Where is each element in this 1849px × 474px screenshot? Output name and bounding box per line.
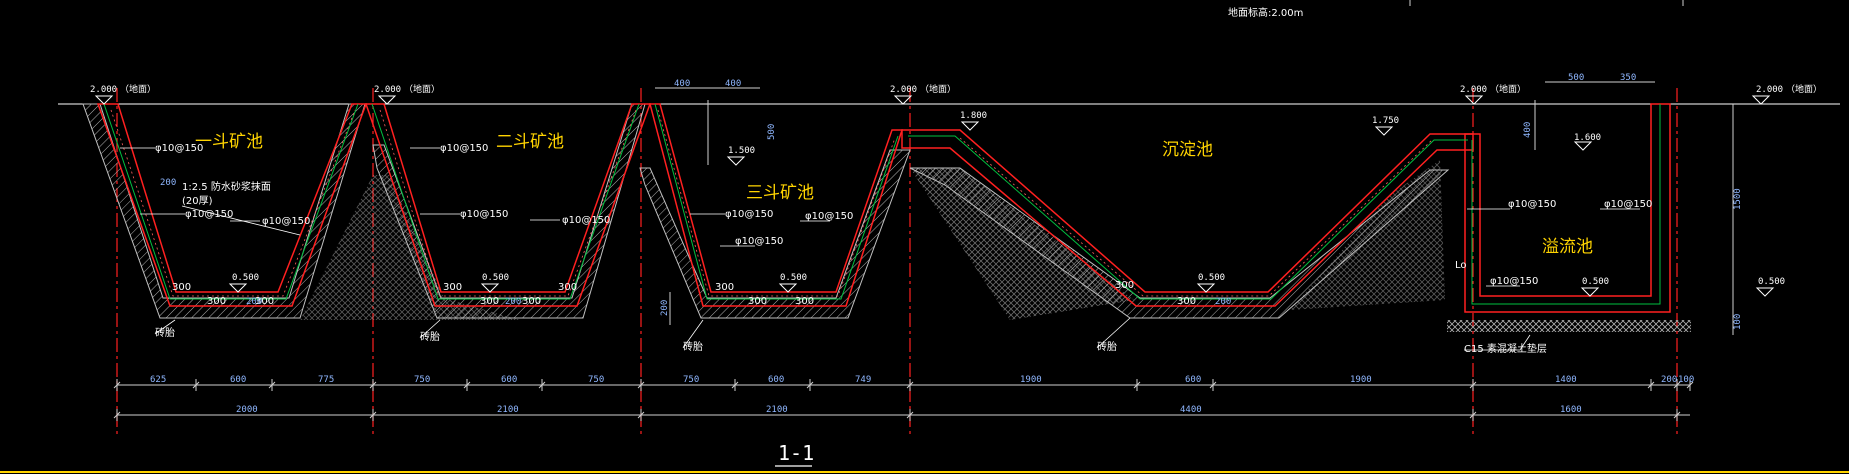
thk-12: 300 [1177, 296, 1196, 307]
dim-11: 600 [1185, 375, 1201, 385]
brick-note-3: 砖胎 [683, 340, 703, 353]
dim-2: 600 [230, 375, 246, 385]
elev-6: 1.800 [960, 111, 987, 121]
dimension-lines [117, 384, 1690, 416]
vert-dim-5: 100 [1733, 314, 1743, 330]
plaster-note-2: (20厚) [182, 195, 213, 207]
rebar-label-2: φ10@150 [185, 209, 233, 220]
elev-13: 0.500 [1198, 273, 1225, 283]
rebar-label-1: φ10@150 [155, 143, 203, 154]
elev-15: 0.500 [1758, 277, 1785, 287]
pool-label-1: 一斗矿池 [195, 132, 263, 152]
elev-7: 1.750 [1372, 116, 1399, 126]
ground-level-note: 地面标高:2.00m [1228, 6, 1303, 19]
elev-1-note: （地面） [120, 83, 156, 95]
section-title: 1-1 [778, 441, 814, 465]
pool-label-4: 沉淀池 [1162, 140, 1213, 160]
elev-3: 2.000 [890, 85, 917, 95]
plaster-note: 1:2.5 防水砂浆抹面 [182, 180, 271, 193]
rebar-label-7: φ10@150 [725, 209, 773, 220]
vert-dim-4: 200 [660, 300, 670, 316]
top-dim-1: 400 [674, 79, 690, 89]
thk-10: 300 [795, 296, 814, 307]
elev-1: 2.000 [90, 85, 117, 95]
section-drawing: 地面标高:2.00m 一斗矿池 二斗矿池 三斗矿池 沉淀池 溢流池 2.000 … [0, 0, 1849, 473]
elev-4: 2.000 [1460, 85, 1487, 95]
pool-label-5: 溢流池 [1542, 237, 1593, 257]
thk-13: 200 [246, 297, 262, 307]
vert-dim-2: 400 [1523, 122, 1533, 138]
dim-4: 750 [414, 375, 430, 385]
thk-9: 300 [748, 296, 767, 307]
thk-6: 300 [522, 296, 541, 307]
dim-10: 1900 [1020, 375, 1042, 385]
rebar-label-6: φ10@150 [562, 215, 610, 226]
dim-total-5: 1600 [1560, 405, 1582, 415]
rebar-label-10: φ10@150 [1508, 199, 1556, 210]
thk-7: 300 [558, 282, 577, 293]
vert-dim-1: 500 [767, 124, 777, 140]
elev-12: 0.500 [780, 273, 807, 283]
top-dim-4: 350 [1620, 73, 1636, 83]
elev-4-note: （地面） [1490, 83, 1526, 95]
dim-13: 1400 [1555, 375, 1577, 385]
cushion-note: C15 素混凝土垫层 [1464, 342, 1547, 355]
rebar-label-3: φ10@150 [262, 216, 310, 227]
thk-11: 300 [1115, 280, 1134, 291]
dim-12: 1900 [1350, 375, 1372, 385]
elev-3-note: （地面） [920, 83, 956, 95]
rebar-label-11: φ10@150 [1604, 199, 1652, 210]
thk-8: 300 [715, 282, 734, 293]
lo-note: Lo [1455, 260, 1467, 271]
dim-14: 200 [1661, 375, 1677, 385]
rebar-label-12: φ10@150 [1490, 276, 1538, 287]
thk-16: 200 [1215, 297, 1231, 307]
brick-note-4: 砖胎 [1097, 340, 1117, 353]
brick-note-2: 砖胎 [420, 330, 440, 343]
dim-total-3: 2100 [766, 405, 788, 415]
rebar-label-9: φ10@150 [805, 211, 853, 222]
elev-2: 2.000 [374, 85, 401, 95]
elev-10: 0.500 [232, 273, 259, 283]
dim-total-2: 2100 [497, 405, 519, 415]
dim-15: 100 [1678, 375, 1694, 385]
dim-1: 625 [150, 375, 166, 385]
elev-8: 1.500 [728, 146, 755, 156]
thk-1: 300 [172, 282, 191, 293]
thk-14: 200 [505, 297, 521, 307]
dim-row1-texts: 625 600 775 750 600 750 750 600 749 1900… [150, 375, 1694, 385]
rebar-label-8: φ10@150 [735, 236, 783, 247]
elev-14: 0.500 [1582, 277, 1609, 287]
dim-total-1: 2000 [236, 405, 258, 415]
pool-label-2: 二斗矿池 [496, 132, 564, 152]
vert-dim-3: 1500 [1733, 188, 1743, 210]
elev-11: 0.500 [482, 273, 509, 283]
pool-label-3: 三斗矿池 [746, 183, 814, 203]
dim-3: 775 [318, 375, 334, 385]
elev-9: 1.600 [1574, 133, 1601, 143]
thk-4: 300 [443, 282, 462, 293]
brick-note-1: 砖胎 [155, 326, 175, 339]
frame-ticks [1409, 0, 1684, 6]
rebar-label-5: φ10@150 [460, 209, 508, 220]
thk-2: 300 [207, 296, 226, 307]
dim-8: 600 [768, 375, 784, 385]
elev-5: 2.000 [1756, 85, 1783, 95]
dim-5: 600 [501, 375, 517, 385]
elev-2-note: （地面） [404, 83, 440, 95]
dim-9: 749 [855, 375, 871, 385]
top-dim-2: 400 [725, 79, 741, 89]
rebar-label-4: φ10@150 [440, 143, 488, 154]
thk-15: 200 [160, 178, 176, 188]
top-dim-3: 500 [1568, 73, 1584, 83]
dim-row2-texts: 2000 2100 2100 4400 1600 [236, 405, 1582, 415]
elev-5-note: （地面） [1786, 83, 1822, 95]
dim-7: 750 [683, 375, 699, 385]
thk-5: 300 [480, 296, 499, 307]
dim-6: 750 [588, 375, 604, 385]
dim-total-4: 4400 [1180, 405, 1202, 415]
